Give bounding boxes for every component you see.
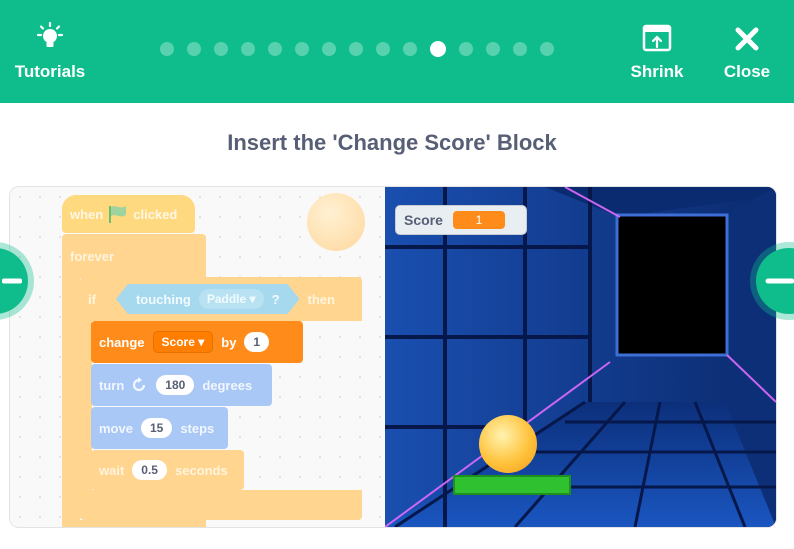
- change-label: change: [99, 334, 145, 350]
- step-dot[interactable]: [322, 42, 336, 56]
- then-label: then: [307, 291, 335, 307]
- variable-dropdown[interactable]: Score ▾: [152, 331, 214, 353]
- close-icon: [735, 27, 759, 50]
- change-value-input[interactable]: 1: [244, 332, 270, 352]
- forever-block-arm: [62, 277, 80, 527]
- step-dot[interactable]: [214, 42, 228, 56]
- shrink-icon: [642, 24, 672, 51]
- rotate-clockwise-icon: [133, 377, 146, 392]
- dropdown-arrow-icon: ▾: [249, 292, 256, 306]
- touching-label: touching: [135, 291, 191, 307]
- score-monitor: Score 1: [395, 205, 527, 235]
- step-dot[interactable]: [295, 42, 309, 56]
- step-progress-dots: [160, 41, 554, 57]
- variable-name: Score: [161, 335, 195, 349]
- chevron-right-icon: [765, 278, 794, 284]
- ball-sprite: [479, 415, 537, 473]
- forever-block[interactable]: forever: [62, 234, 206, 278]
- shrink-button[interactable]: Shrink: [628, 0, 686, 103]
- forever-block-bottom: [62, 520, 206, 527]
- turn-value-input[interactable]: 180: [156, 375, 195, 395]
- forever-label: forever: [70, 248, 115, 264]
- change-score-block[interactable]: change Score ▾ by 1: [91, 321, 303, 363]
- move-label: move: [99, 420, 133, 436]
- steps-label: steps: [180, 420, 215, 436]
- shrink-label: Shrink: [630, 61, 684, 81]
- wait-label: wait: [99, 462, 125, 478]
- score-monitor-value: 1: [452, 211, 505, 229]
- seconds-label: seconds: [174, 462, 228, 478]
- by-label: by: [221, 334, 237, 350]
- tutorial-header: Tutorials Shrink Close: [0, 0, 794, 103]
- step-dot[interactable]: [376, 42, 390, 56]
- turn-block[interactable]: turn 180 degrees: [91, 364, 272, 406]
- close-label: Close: [723, 61, 771, 81]
- touching-target-dropdown[interactable]: Paddle ▾: [199, 289, 264, 309]
- stage-preview: Score 1: [385, 187, 776, 527]
- touching-block[interactable]: touching Paddle ▾ ?: [116, 284, 300, 314]
- chevron-left-icon: [2, 278, 22, 284]
- step-dot[interactable]: [459, 42, 473, 56]
- step-title: Insert the 'Change Score' Block: [227, 130, 557, 155]
- wait-value-input[interactable]: 0.5: [132, 460, 167, 480]
- tutorials-label: Tutorials: [14, 61, 86, 81]
- if-label: if: [88, 291, 96, 307]
- step-dot[interactable]: [403, 42, 417, 56]
- step-dot[interactable]: [187, 42, 201, 56]
- paddle-sprite: [453, 475, 571, 495]
- question-mark: ?: [271, 291, 280, 307]
- close-button[interactable]: Close: [720, 0, 774, 103]
- degrees-label: degrees: [202, 377, 253, 393]
- clicked-label: clicked: [133, 206, 178, 222]
- tutorial-media: when clicked forever if touching Paddle …: [10, 187, 776, 527]
- tutorials-button[interactable]: Tutorials: [14, 0, 86, 103]
- if-block[interactable]: if touching Paddle ▾ ? then: [80, 277, 362, 321]
- neon-tunnel-backdrop: [385, 187, 776, 527]
- step-dot[interactable]: [349, 42, 363, 56]
- turn-label: turn: [99, 377, 125, 393]
- when-label: when: [70, 206, 104, 222]
- when-flag-clicked-block[interactable]: when clicked: [62, 195, 195, 233]
- dropdown-arrow-icon: ▾: [198, 335, 205, 349]
- step-dot[interactable]: [430, 41, 446, 57]
- move-block[interactable]: move 15 steps: [91, 407, 228, 449]
- sprite-ghost: [307, 193, 365, 251]
- green-flag-icon: [109, 206, 127, 223]
- move-value-input[interactable]: 15: [140, 418, 173, 438]
- step-dot[interactable]: [241, 42, 255, 56]
- step-dot[interactable]: [268, 42, 282, 56]
- wait-block[interactable]: wait 0.5 seconds: [91, 450, 244, 490]
- lightbulb-icon: [36, 21, 64, 47]
- step-dot[interactable]: [513, 42, 527, 56]
- step-dot[interactable]: [540, 42, 554, 56]
- step-dot[interactable]: [160, 42, 174, 56]
- code-area: when clicked forever if touching Paddle …: [10, 187, 385, 527]
- score-monitor-label: Score: [404, 212, 443, 228]
- if-block-bottom: [80, 490, 362, 520]
- step-dot[interactable]: [486, 42, 500, 56]
- touching-target-value: Paddle: [206, 292, 247, 306]
